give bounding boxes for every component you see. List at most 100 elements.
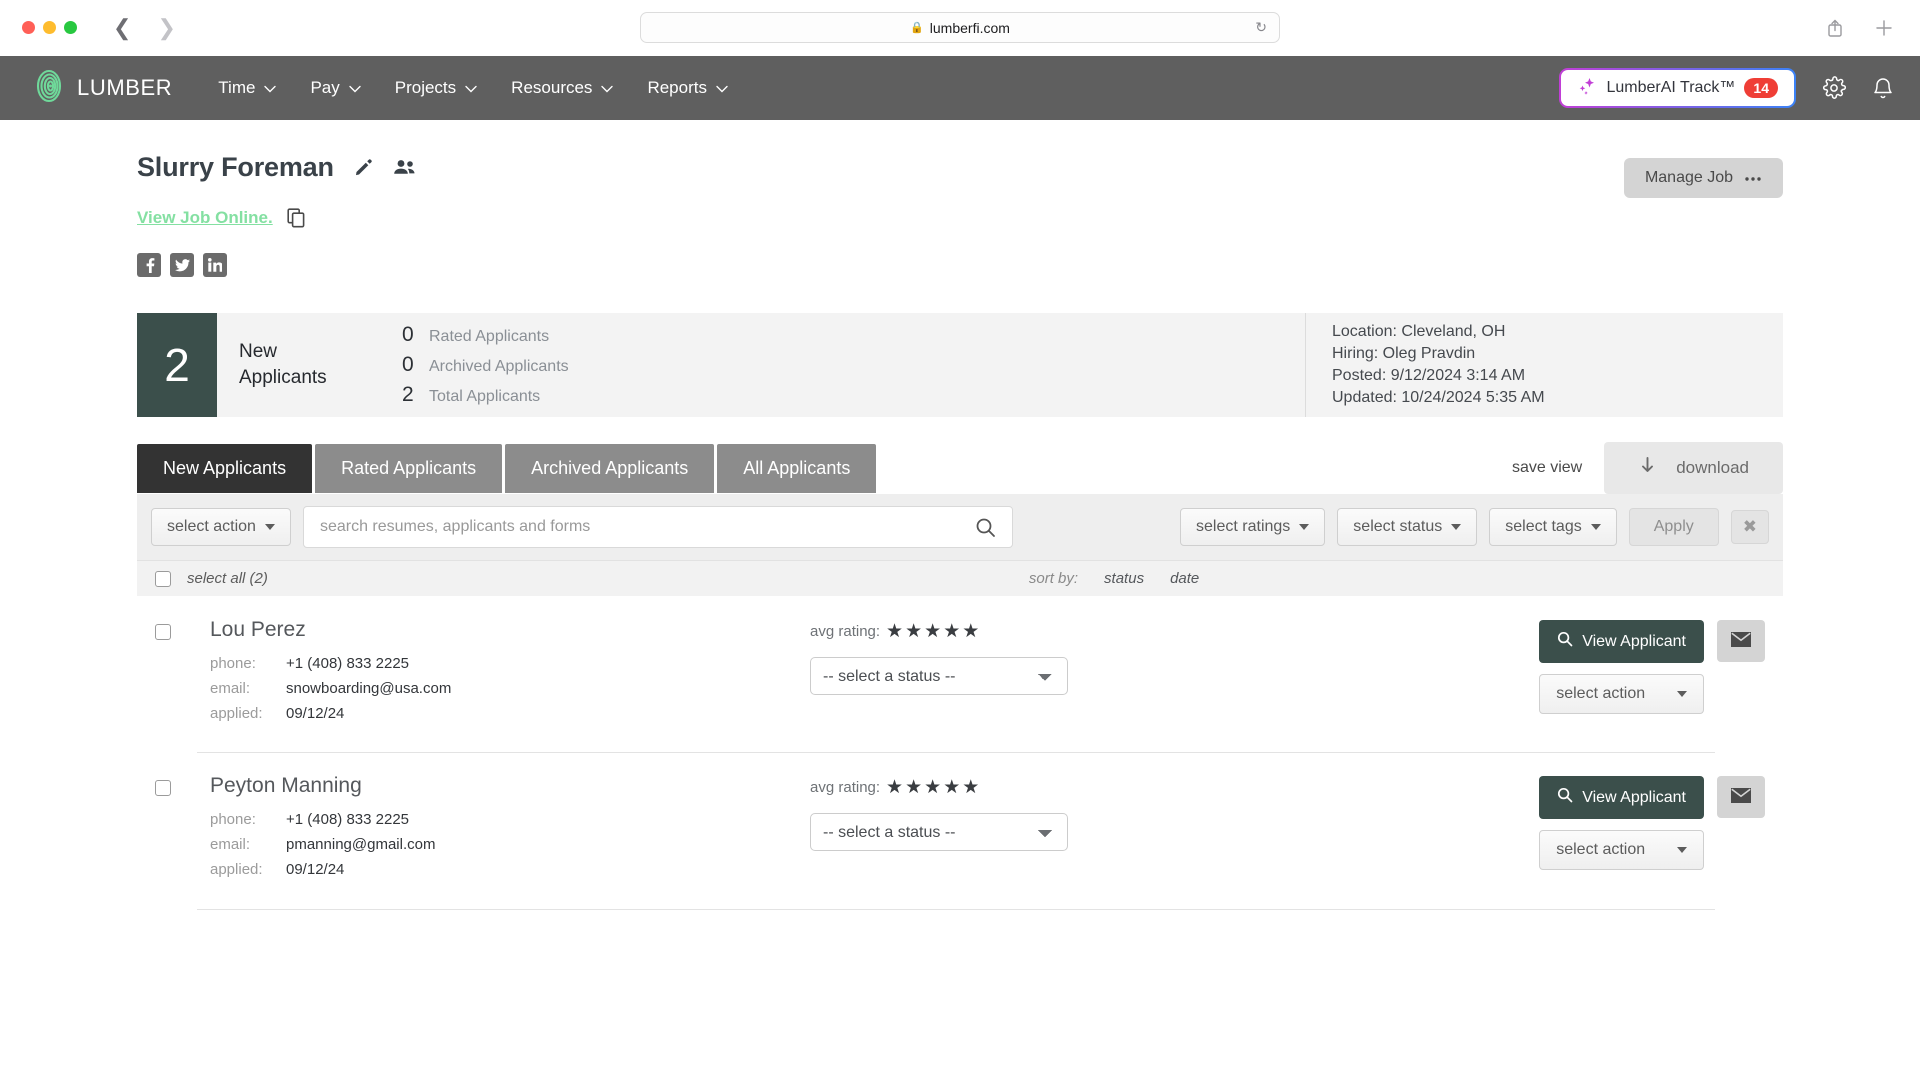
bell-icon[interactable] <box>1872 76 1894 100</box>
sort-controls: sort by: status date <box>1029 570 1199 587</box>
back-arrow-icon[interactable]: ❮ <box>113 16 131 39</box>
email-label: email: <box>210 836 251 853</box>
copy-icon[interactable] <box>287 208 306 228</box>
ellipsis-icon <box>1744 169 1762 187</box>
nav-right-actions: LumberAI Track™ 14 <box>1559 68 1894 108</box>
count-row-rated: 0 Rated Applicants <box>402 323 1305 347</box>
nav-item-pay[interactable]: Pay <box>310 78 361 98</box>
star-icon[interactable]: ★ <box>924 622 941 641</box>
view-applicant-label: View Applicant <box>1582 632 1686 650</box>
search-input[interactable] <box>319 518 975 536</box>
star-icon[interactable]: ★ <box>943 778 960 797</box>
applicant-tabs: New Applicants Rated Applicants Archived… <box>137 443 877 493</box>
bulk-select-action-dropdown[interactable]: select action <box>151 508 291 546</box>
applicant-row: Lou Perez phone: +1 (408) 833 2225 email… <box>137 596 1783 752</box>
star-icon[interactable]: ★ <box>962 622 979 641</box>
meta-posted: Posted: 9/12/2024 3:14 AM <box>1332 367 1526 384</box>
select-ratings-dropdown[interactable]: select ratings <box>1180 508 1326 546</box>
plus-icon[interactable] <box>1874 18 1894 38</box>
sort-by-status[interactable]: status <box>1104 570 1144 587</box>
star-icon[interactable]: ★ <box>886 778 903 797</box>
nav-item-label: Resources <box>511 78 593 97</box>
applicant-select-action-dropdown[interactable]: select action <box>1539 674 1704 714</box>
search-box[interactable] <box>302 506 1013 548</box>
avg-rating-label: avg rating: <box>810 779 881 797</box>
select-all-checkbox[interactable] <box>155 570 171 587</box>
nav-item-time[interactable]: Time <box>218 78 277 98</box>
reload-icon[interactable]: ↻ <box>1255 19 1267 36</box>
select-tags-dropdown[interactable]: select tags <box>1489 508 1617 546</box>
people-icon[interactable] <box>393 158 417 177</box>
browser-chrome-right <box>1826 18 1894 38</box>
manage-job-label: Manage Job <box>1644 169 1733 186</box>
forward-arrow-icon[interactable]: ❯ <box>157 16 175 39</box>
star-icon[interactable]: ★ <box>886 622 903 641</box>
twitter-icon[interactable] <box>170 253 194 277</box>
rated-count: 0 <box>402 323 414 346</box>
email-applicant-button[interactable] <box>1717 776 1765 819</box>
facebook-icon[interactable] <box>137 253 161 277</box>
select-ratings-label: select ratings <box>1196 518 1291 535</box>
tab-archived-applicants[interactable]: Archived Applicants <box>505 443 715 493</box>
tabs-right-actions: save view download <box>1512 442 1783 494</box>
nav-item-projects[interactable]: Projects <box>395 78 477 98</box>
download-arrow-icon <box>1638 456 1657 480</box>
view-job-online-link[interactable]: View Job Online. <box>137 208 273 228</box>
linkedin-icon[interactable] <box>203 253 227 277</box>
applicant-select-action-dropdown[interactable]: select action <box>1539 830 1704 871</box>
view-applicant-label: View Applicant <box>1582 788 1686 806</box>
sort-by-date[interactable]: date <box>1170 570 1199 587</box>
applicant-name[interactable]: Lou Perez <box>210 618 810 642</box>
gear-icon[interactable] <box>1822 76 1846 100</box>
star-icon[interactable]: ★ <box>962 778 979 797</box>
apply-filters-button[interactable]: Apply <box>1628 508 1719 546</box>
maximize-window-button[interactable] <box>64 21 77 34</box>
applied-label: applied: <box>210 704 263 722</box>
select-status-dropdown[interactable]: select status <box>1337 508 1478 546</box>
download-button[interactable]: download <box>1604 442 1783 494</box>
save-view-link[interactable]: save view <box>1512 459 1582 477</box>
tab-all-applicants[interactable]: All Applicants <box>717 443 877 493</box>
nav-items: Time Pay Projects Resources Reports <box>218 78 728 98</box>
lumberai-track-button[interactable]: LumberAI Track™ 14 <box>1559 68 1796 108</box>
address-bar[interactable]: 🔒 lumberfi.com ↻ <box>640 12 1280 43</box>
star-icon[interactable]: ★ <box>943 622 960 641</box>
applicant-name[interactable]: Peyton Manning <box>210 774 810 798</box>
brand-logo[interactable]: LUMBER <box>32 69 172 108</box>
applicant-actions-column: View Applicant select action <box>1539 620 1704 714</box>
share-icon[interactable] <box>1826 18 1844 38</box>
count-row-total: 2 Total Applicants <box>402 383 1305 407</box>
applicant-status-select[interactable]: -- select a status -- <box>810 657 1068 695</box>
manage-job-button[interactable]: Manage Job <box>1623 158 1783 198</box>
close-window-button[interactable] <box>22 21 35 34</box>
total-count: 2 <box>402 383 414 406</box>
nav-item-resources[interactable]: Resources <box>511 78 614 98</box>
pencil-icon[interactable] <box>354 158 373 177</box>
email-applicant-button[interactable] <box>1717 620 1765 662</box>
chevron-down-icon <box>1677 691 1687 697</box>
envelope-icon <box>1730 631 1752 651</box>
applicant-select-checkbox[interactable] <box>155 624 171 640</box>
lumberai-track-label: LumberAI Track™ <box>1606 79 1736 96</box>
view-applicant-button[interactable]: View Applicant <box>1539 620 1704 663</box>
nav-item-reports[interactable]: Reports <box>647 78 728 98</box>
applicant-status-select[interactable]: -- select a status -- <box>810 813 1068 852</box>
star-icon[interactable]: ★ <box>905 778 922 797</box>
applicant-select-action-label: select action <box>1556 841 1646 859</box>
minimize-window-button[interactable] <box>43 21 56 34</box>
job-header: Slurry Foreman Manage Job <box>137 120 1783 198</box>
nav-item-label: Time <box>218 78 256 97</box>
tab-new-applicants[interactable]: New Applicants <box>137 443 313 493</box>
search-icon[interactable] <box>975 517 996 538</box>
new-applicants-count: 2 <box>137 313 217 417</box>
view-applicant-button[interactable]: View Applicant <box>1539 776 1704 820</box>
applicant-select-checkbox[interactable] <box>155 780 171 797</box>
new-applicants-label-line1: New <box>239 341 278 363</box>
star-icon[interactable]: ★ <box>924 778 941 797</box>
star-icon[interactable]: ★ <box>905 622 922 641</box>
applicant-phone-row: phone: +1 (408) 833 2225 <box>210 652 810 677</box>
tab-rated-applicants[interactable]: Rated Applicants <box>315 443 503 493</box>
list-header-row: select all (2) sort by: status date <box>137 560 1783 596</box>
chevron-down-icon <box>1677 847 1687 854</box>
close-x-icon[interactable]: ✖ <box>1730 509 1769 545</box>
